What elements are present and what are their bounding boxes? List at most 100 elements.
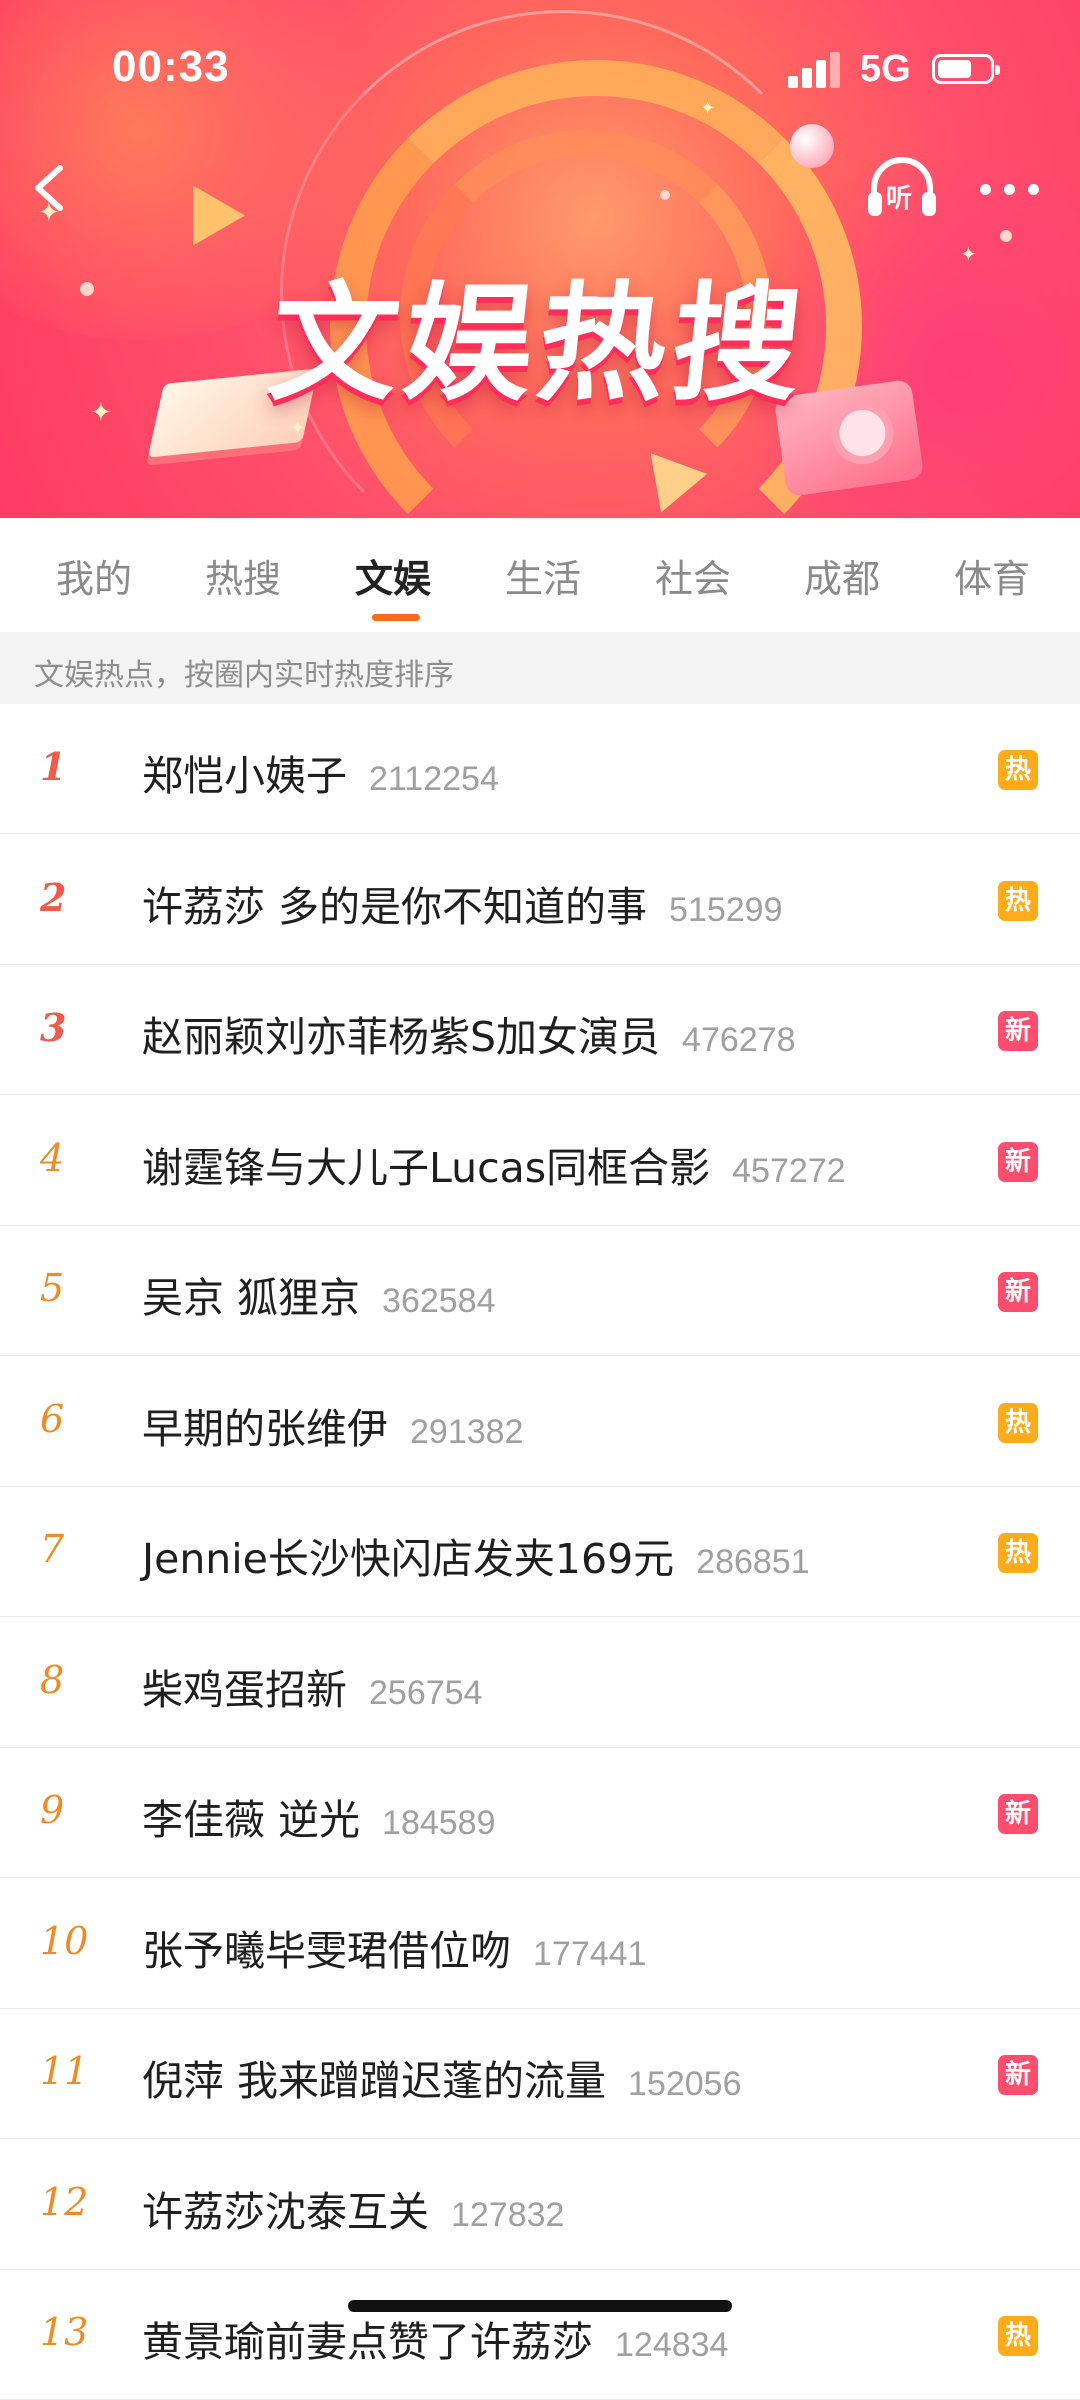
heat-count: 152056: [628, 2065, 742, 2103]
list-item[interactable]: 9 李佳薇 逆光 184589 新: [0, 1748, 1080, 1878]
item-text: 谢霆锋与大儿子Lucas同框合影 457272: [142, 1134, 846, 1194]
heat-count: 476278: [682, 1021, 796, 1059]
rank-number: 8: [40, 1658, 65, 1702]
item-title: Jennie长沙快闪店发夹169元: [142, 1535, 675, 1583]
item-text: 许荔莎 多的是你不知道的事 515299: [142, 873, 783, 933]
item-title: 黄景瑜前妻点赞了许荔莎: [142, 2318, 593, 2366]
heat-count: 291382: [410, 1413, 524, 1451]
hot-badge: 热: [998, 750, 1038, 790]
item-title: 谢霆锋与大儿子Lucas同框合影: [142, 1144, 711, 1192]
item-text: 柴鸡蛋招新 256754: [142, 1656, 482, 1716]
list-item[interactable]: 2 许荔莎 多的是你不知道的事 515299 热: [0, 835, 1080, 965]
item-text: 李佳薇 逆光 184589: [142, 1786, 496, 1846]
list-item[interactable]: 5 吴京 狐狸京 362584 新: [0, 1226, 1080, 1356]
item-text: 黄景瑜前妻点赞了许荔莎 124834: [142, 2308, 728, 2368]
tab-society[interactable]: 社会: [655, 548, 731, 603]
item-title: 张予曦毕雯珺借位吻: [142, 1927, 511, 1975]
more-button[interactable]: [978, 168, 1042, 208]
item-title: 郑恺小姨子: [142, 752, 347, 800]
header-banner: ✦ ✦ ✦ ✦ ✦ 00:33 5G 听 文娱热搜: [0, 0, 1080, 518]
listen-label: 听: [886, 184, 913, 214]
item-title: 许荔莎沈泰互关: [142, 2188, 429, 2236]
row-divider: [0, 1355, 1080, 1356]
tab-mine[interactable]: 我的: [56, 548, 132, 603]
signal-icon: [788, 52, 844, 88]
row-divider: [0, 1877, 1080, 1878]
rank-number: 3: [40, 1005, 67, 1050]
heat-count: 184589: [382, 1804, 496, 1842]
new-badge: 新: [998, 1272, 1038, 1312]
heat-count: 177441: [533, 1935, 647, 1973]
heat-count: 457272: [732, 1152, 846, 1190]
item-text: 郑恺小姨子 2112254: [142, 742, 499, 802]
row-divider: [0, 833, 1080, 834]
rank-number: 7: [40, 1527, 65, 1571]
rank-number: 12: [40, 2180, 89, 2224]
list-item[interactable]: 13 黄景瑜前妻点赞了许荔莎 124834 热: [0, 2270, 1080, 2400]
battery-icon: [932, 54, 1000, 84]
hot-badge: 热: [998, 881, 1038, 921]
hot-badge: 热: [998, 1403, 1038, 1443]
item-title: 赵丽颖刘亦菲杨紫S加女演员: [142, 1013, 661, 1061]
page-title: 文娱热搜: [262, 270, 815, 419]
home-indicator[interactable]: [348, 2300, 732, 2312]
rank-number: 6: [40, 1397, 65, 1441]
item-title: 李佳薇 逆光: [142, 1796, 361, 1844]
battery-level: [938, 60, 971, 78]
rank-number: 10: [40, 1919, 89, 1963]
hot-badge: 热: [998, 1533, 1038, 1573]
tab-sports[interactable]: 体育: [954, 548, 1030, 603]
rank-number: 1: [40, 744, 67, 789]
ranking-hint-text: 文娱热点，按圈内实时热度排序: [34, 658, 454, 693]
item-text: 赵丽颖刘亦菲杨紫S加女演员 476278: [142, 1003, 796, 1063]
item-text: 倪萍 我来蹭蹭迟蓬的流量 152056: [142, 2047, 742, 2107]
tab-life[interactable]: 生活: [505, 548, 581, 603]
active-tab-indicator: [372, 614, 420, 621]
rank-number: 9: [40, 1788, 65, 1832]
heat-count: 362584: [382, 1282, 496, 1320]
item-title: 吴京 狐狸京: [142, 1274, 361, 1322]
tab-hot-search[interactable]: 热搜: [205, 548, 281, 603]
heat-count: 124834: [615, 2326, 729, 2364]
rank-number: 11: [40, 2049, 89, 2093]
rank-number: 2: [40, 875, 67, 920]
heat-count: 127832: [451, 2196, 565, 2234]
item-text: 许荔莎沈泰互关 127832: [142, 2178, 564, 2238]
row-divider: [0, 1094, 1080, 1095]
more-dots-icon: [980, 184, 991, 195]
new-badge: 新: [998, 1794, 1038, 1834]
status-bar: 00:33 5G: [0, 0, 1080, 140]
list-item[interactable]: 3 赵丽颖刘亦菲杨紫S加女演员 476278 新: [0, 965, 1080, 1095]
hot-badge: 热: [998, 2316, 1038, 2356]
list-item[interactable]: 1 郑恺小姨子 2112254 热: [0, 704, 1080, 834]
rank-number: 13: [40, 2310, 89, 2354]
item-title: 柴鸡蛋招新: [142, 1666, 347, 1714]
listen-button[interactable]: 听: [864, 152, 940, 224]
list-item[interactable]: 12 许荔莎沈泰互关 127832: [0, 2140, 1080, 2270]
tab-chengdu[interactable]: 成都: [804, 548, 880, 603]
list-item[interactable]: 8 柴鸡蛋招新 256754: [0, 1618, 1080, 1748]
heat-count: 256754: [369, 1674, 483, 1712]
new-badge: 新: [998, 2055, 1038, 2095]
rank-number: 4: [40, 1136, 65, 1180]
tab-entertainment[interactable]: 文娱: [355, 548, 431, 603]
dot-decoration: [660, 190, 670, 200]
back-button[interactable]: [22, 158, 82, 218]
item-title: 早期的张维伊: [142, 1405, 388, 1453]
list-item[interactable]: 7 Jennie长沙快闪店发夹169元 286851 热: [0, 1487, 1080, 1617]
list-item[interactable]: 10 张予曦毕雯珺借位吻 177441: [0, 1879, 1080, 2009]
ranking-hint-bar: 文娱热点，按圈内实时热度排序: [0, 632, 1080, 704]
item-text: 张予曦毕雯珺借位吻 177441: [142, 1917, 646, 1977]
new-badge: 新: [998, 1142, 1038, 1182]
item-text: 吴京 狐狸京 362584: [142, 1264, 496, 1324]
row-divider: [0, 2138, 1080, 2139]
heat-count: 515299: [669, 891, 783, 929]
list-item[interactable]: 4 谢霆锋与大儿子Lucas同框合影 457272 新: [0, 1096, 1080, 1226]
item-title: 倪萍 我来蹭蹭迟蓬的流量: [142, 2057, 607, 2105]
category-tabs: 我的 热搜 文娱 生活 社会 成都 体育: [0, 518, 1080, 632]
list-item[interactable]: 6 早期的张维伊 291382 热: [0, 1357, 1080, 1487]
rank-number: 5: [40, 1266, 65, 1310]
chevron-left-icon: [35, 165, 63, 211]
heat-count: 286851: [696, 1543, 810, 1581]
list-item[interactable]: 11 倪萍 我来蹭蹭迟蓬的流量 152056 新: [0, 2009, 1080, 2139]
